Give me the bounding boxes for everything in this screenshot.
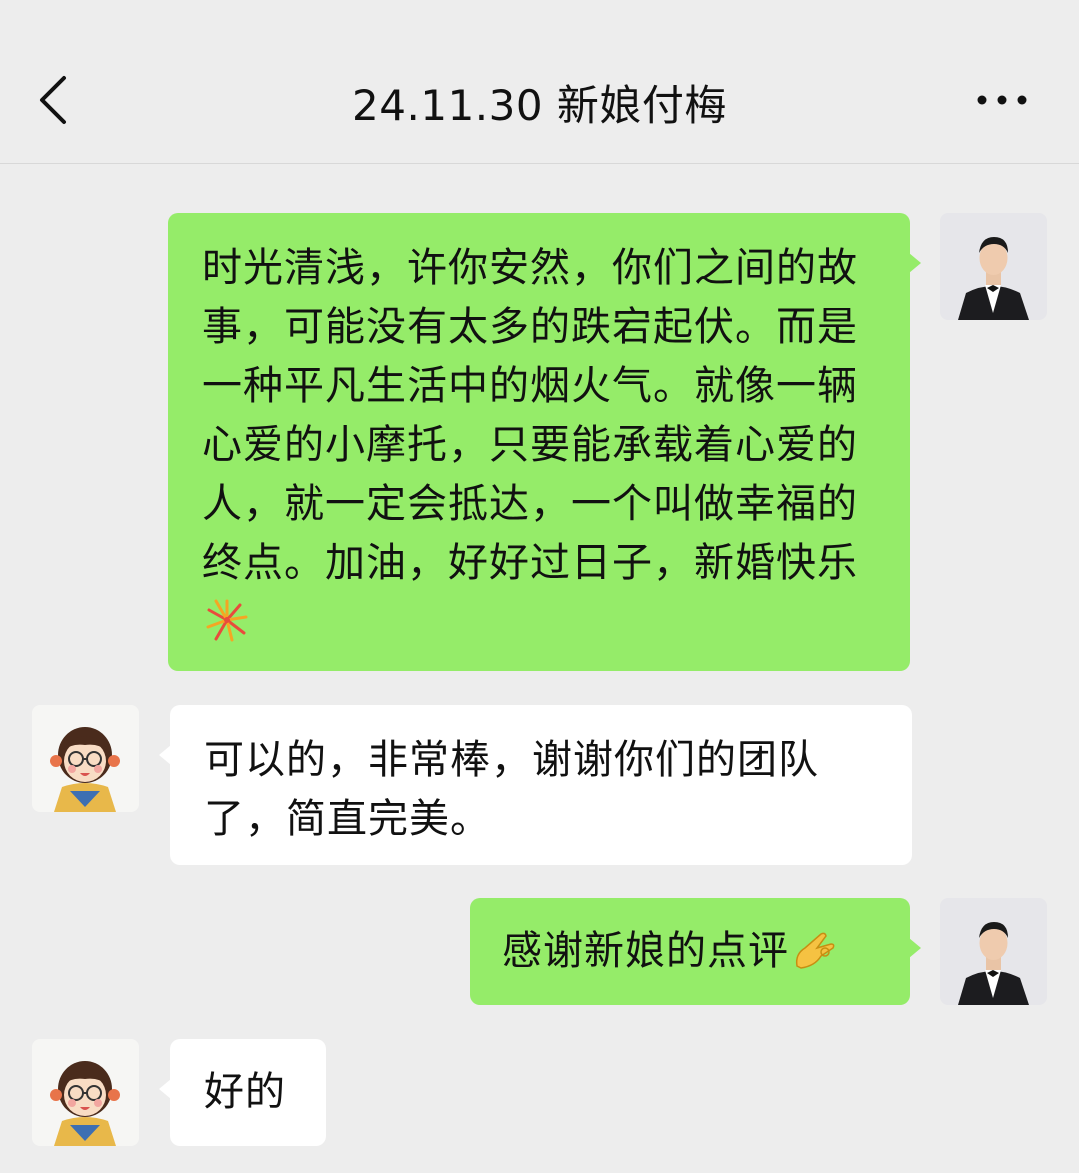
groom-avatar[interactable] bbox=[940, 213, 1047, 320]
bubble-tail bbox=[909, 938, 921, 958]
chat-header: 24.11.30 新娘付梅 bbox=[0, 0, 1079, 164]
message-bubble-outgoing[interactable]: 时光清浅，许你安然，你们之间的故事，可能没有太多的跌宕起伏。而是一种平凡生活中的… bbox=[168, 213, 921, 671]
groom-avatar[interactable] bbox=[940, 898, 1047, 1005]
message-bubble-incoming[interactable]: 好的 bbox=[159, 1039, 326, 1146]
bride-avatar[interactable] bbox=[32, 1039, 139, 1146]
message-text: 时光清浅，许你安然，你们之间的故事，可能没有太多的跌宕起伏。而是一种平凡生活中的… bbox=[202, 245, 858, 586]
bubble-tail bbox=[159, 1079, 171, 1099]
bride-avatar[interactable] bbox=[32, 705, 139, 812]
more-button[interactable] bbox=[972, 82, 1032, 118]
chat-title: 24.11.30 新娘付梅 bbox=[352, 81, 727, 130]
ellipsis-icon bbox=[977, 95, 1027, 105]
fireworks-emoji-icon bbox=[204, 597, 250, 660]
message-bubble-incoming[interactable]: 可以的，非常棒，谢谢你们的团队了，简直完美。 bbox=[159, 705, 912, 865]
message-bubble-outgoing[interactable]: 感谢新娘的点评 bbox=[470, 898, 921, 1005]
bubble-tail bbox=[159, 745, 171, 765]
ok-hand-emoji-icon bbox=[791, 926, 837, 989]
message-text: 感谢新娘的点评 bbox=[502, 928, 789, 974]
message-text: 好的 bbox=[204, 1069, 286, 1115]
message-text: 可以的，非常棒，谢谢你们的团队了，简直完美。 bbox=[204, 737, 819, 842]
bubble-tail bbox=[909, 253, 921, 273]
